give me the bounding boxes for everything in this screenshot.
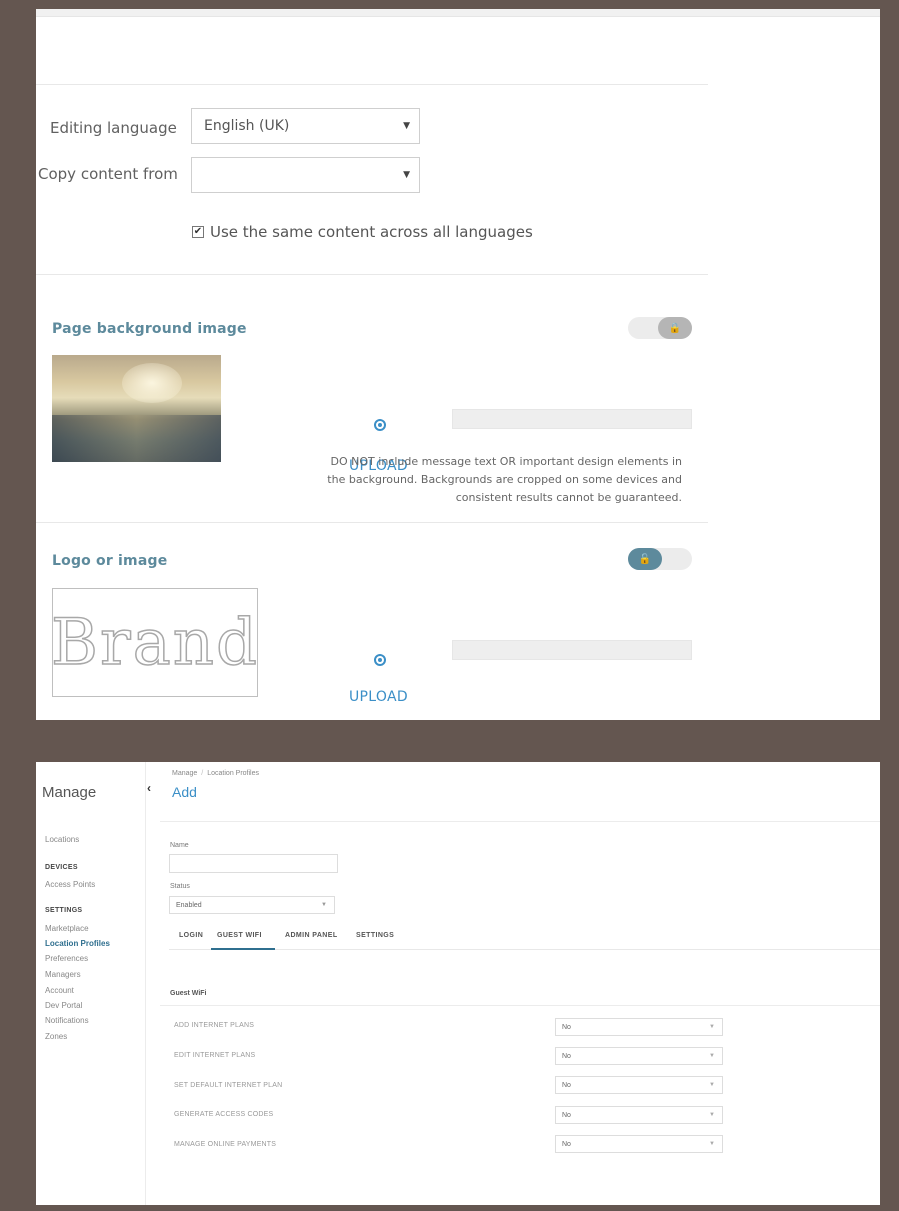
tab-guest-wifi[interactable]: GUEST WIFI (217, 932, 262, 939)
location-profile-panel: Manage Locations DEVICES Access Points S… (36, 762, 880, 1205)
breadcrumb-location-profiles[interactable]: Location Profiles (207, 770, 259, 777)
tab-settings[interactable]: SETTINGS (356, 932, 394, 939)
status-value: Enabled (176, 902, 202, 909)
section-divider (160, 1005, 880, 1006)
background-filename-field (452, 409, 692, 429)
top-strip (36, 9, 880, 17)
set-default-internet-plan-label: SET DEFAULT INTERNET PLAN (174, 1082, 283, 1089)
same-content-checkbox[interactable]: ✔ (192, 226, 204, 238)
logo-lock-toggle[interactable]: 🔓 (628, 548, 692, 570)
add-internet-plans-label: ADD INTERNET PLANS (174, 1022, 255, 1029)
add-internet-plans-select[interactable]: No ▼ (555, 1018, 723, 1036)
sidebar-item-preferences[interactable]: Preferences (45, 954, 88, 963)
tab-admin-panel[interactable]: ADMIN PANEL (285, 932, 338, 939)
divider (36, 84, 708, 85)
edit-internet-plans-label: EDIT INTERNET PLANS (174, 1052, 256, 1059)
editing-language-value: English (UK) (204, 118, 290, 134)
copy-content-label: Copy content from (38, 165, 178, 183)
status-label: Status (170, 883, 190, 890)
editing-language-label: Editing language (50, 119, 177, 137)
sidebar-item-locations[interactable]: Locations (45, 835, 79, 844)
page-title: Add (172, 784, 197, 800)
chevron-down-icon: ▼ (709, 1053, 715, 1059)
upload-icon[interactable] (374, 419, 386, 431)
logo-filename-field (452, 640, 692, 660)
divider (36, 522, 708, 523)
brand-logo-text: Brand (50, 605, 259, 681)
breadcrumb-manage[interactable]: Manage (172, 770, 197, 777)
chevron-down-icon: ▼ (709, 1141, 715, 1147)
status-select[interactable]: Enabled ▼ (169, 896, 335, 914)
sidebar-item-dev-portal[interactable]: Dev Portal (45, 1001, 82, 1010)
generate-access-codes-label: GENERATE ACCESS CODES (174, 1111, 274, 1118)
set-default-internet-plan-select[interactable]: No ▼ (555, 1076, 723, 1094)
chevron-down-icon: ▼ (709, 1112, 715, 1118)
manage-online-payments-select[interactable]: No ▼ (555, 1135, 723, 1153)
lock-icon: 🔒 (658, 317, 692, 339)
set-default-internet-plan-value: No (562, 1082, 571, 1089)
upload-icon[interactable] (374, 654, 386, 666)
chevron-down-icon: ▼ (321, 902, 327, 908)
breadcrumb: Manage / Location Profiles (172, 770, 260, 777)
background-image-thumbnail (52, 355, 221, 462)
same-content-row: ✔ Use the same content across all langua… (192, 223, 533, 241)
background-notice: DO NOT include message text OR important… (327, 455, 682, 504)
unlock-icon: 🔓 (628, 548, 662, 570)
generate-access-codes-select[interactable]: No ▼ (555, 1106, 723, 1124)
sidebar-item-zones[interactable]: Zones (45, 1032, 67, 1041)
copy-content-select[interactable]: ▼ (191, 157, 420, 193)
add-internet-plans-value: No (562, 1024, 571, 1031)
collapse-sidebar-icon[interactable]: ‹ (147, 781, 159, 797)
guest-wifi-section-title: Guest WiFi (170, 990, 207, 997)
logo-image-thumbnail: Brand (50, 588, 259, 697)
chevron-down-icon: ▼ (709, 1082, 715, 1088)
sidebar: Manage Locations DEVICES Access Points S… (36, 762, 146, 1205)
name-input[interactable] (169, 854, 338, 873)
chevron-down-icon: ▼ (709, 1024, 715, 1030)
sidebar-heading-settings: SETTINGS (45, 907, 83, 914)
sidebar-title: Manage (42, 784, 97, 801)
page-background-lock-toggle[interactable]: 🔒 (628, 317, 692, 339)
content-editor-panel: Editing language English (UK) ▼ Copy con… (36, 9, 880, 720)
name-label: Name (170, 842, 189, 849)
sidebar-item-location-profiles[interactable]: Location Profiles (45, 939, 110, 948)
chevron-down-icon: ▼ (403, 121, 410, 131)
same-content-checkbox-label: Use the same content across all language… (210, 223, 533, 241)
tab-bar: LOGIN GUEST WIFI ADMIN PANEL SETTINGS (169, 930, 880, 950)
sidebar-item-marketplace[interactable]: Marketplace (45, 924, 89, 933)
divider (36, 274, 708, 275)
edit-internet-plans-select[interactable]: No ▼ (555, 1047, 723, 1065)
logo-upload-button[interactable]: UPLOAD (349, 689, 408, 705)
sidebar-heading-devices: DEVICES (45, 864, 78, 871)
chevron-down-icon: ▼ (403, 170, 410, 180)
sidebar-item-notifications[interactable]: Notifications (45, 1016, 89, 1025)
sidebar-item-access-points[interactable]: Access Points (45, 880, 95, 889)
sidebar-item-account[interactable]: Account (45, 986, 74, 995)
manage-online-payments-label: MANAGE ONLINE PAYMENTS (174, 1141, 277, 1148)
generate-access-codes-value: No (562, 1112, 571, 1119)
manage-online-payments-value: No (562, 1141, 571, 1148)
edit-internet-plans-value: No (562, 1053, 571, 1060)
header-divider (160, 821, 880, 822)
active-tab-indicator (211, 948, 275, 950)
sidebar-item-managers[interactable]: Managers (45, 970, 81, 979)
editing-language-select[interactable]: English (UK) ▼ (191, 108, 420, 144)
tab-login[interactable]: LOGIN (179, 932, 203, 939)
logo-title: Logo or image (52, 553, 168, 569)
page-background-title: Page background image (52, 321, 247, 337)
